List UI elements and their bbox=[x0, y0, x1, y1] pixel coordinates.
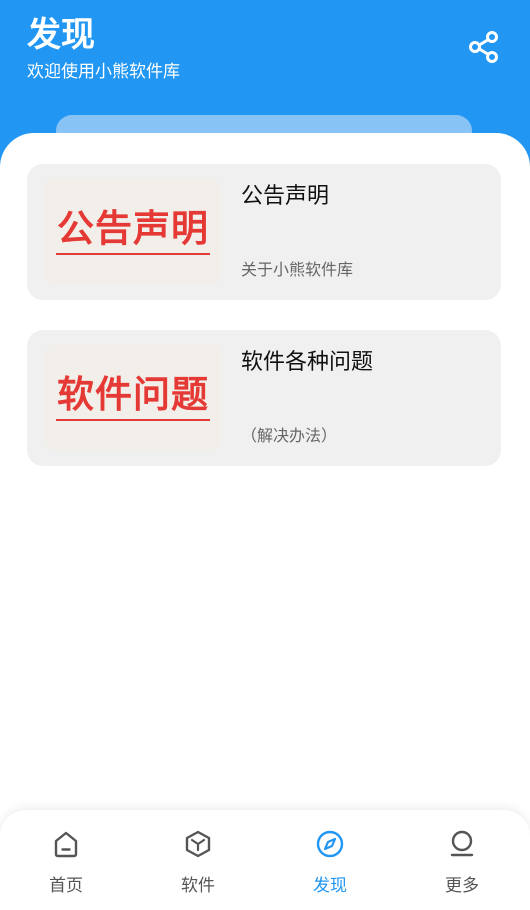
announcement-thumbnail: 公告声明 bbox=[45, 178, 221, 284]
card-description: 关于小熊软件库 bbox=[241, 260, 354, 279]
page-title: 发现 bbox=[27, 15, 95, 55]
share-icon bbox=[469, 31, 498, 63]
profile-icon bbox=[445, 827, 479, 861]
nav-label: 首页 bbox=[49, 876, 83, 896]
card-title: 公告声明 bbox=[241, 184, 330, 209]
share-button[interactable] bbox=[464, 27, 504, 67]
thumbnail-underline bbox=[56, 419, 210, 421]
home-icon bbox=[49, 827, 83, 861]
card-title: 软件各种问题 bbox=[241, 350, 374, 375]
compass-icon bbox=[313, 827, 347, 861]
content-sheet: 公告声明 公告声明 关于小熊软件库 软件问题 软件各种问题 （解决办法） bbox=[0, 133, 530, 813]
page-subtitle: 欢迎使用小熊软件库 bbox=[27, 62, 180, 82]
thumbnail-underline bbox=[56, 253, 210, 255]
cube-icon bbox=[181, 827, 215, 861]
nav-item-software[interactable]: 软件 bbox=[132, 810, 264, 910]
nav-item-home[interactable]: 首页 bbox=[0, 810, 132, 910]
nav-item-discover[interactable]: 发现 bbox=[264, 810, 396, 910]
thumbnail-text: 软件问题 bbox=[57, 373, 209, 416]
announcement-card[interactable]: 公告声明 公告声明 关于小熊软件库 bbox=[27, 164, 501, 300]
nav-label: 发现 bbox=[313, 876, 347, 896]
nav-item-more[interactable]: 更多 bbox=[396, 810, 528, 910]
nav-label: 更多 bbox=[445, 876, 479, 896]
bottom-nav: 首页 软件 发现 更多 bbox=[0, 810, 530, 910]
thumbnail-text: 公告声明 bbox=[57, 207, 209, 250]
software-issues-thumbnail: 软件问题 bbox=[45, 344, 221, 450]
card-description: （解决办法） bbox=[241, 426, 338, 445]
software-issues-card[interactable]: 软件问题 软件各种问题 （解决办法） bbox=[27, 330, 501, 466]
nav-label: 软件 bbox=[181, 876, 215, 896]
